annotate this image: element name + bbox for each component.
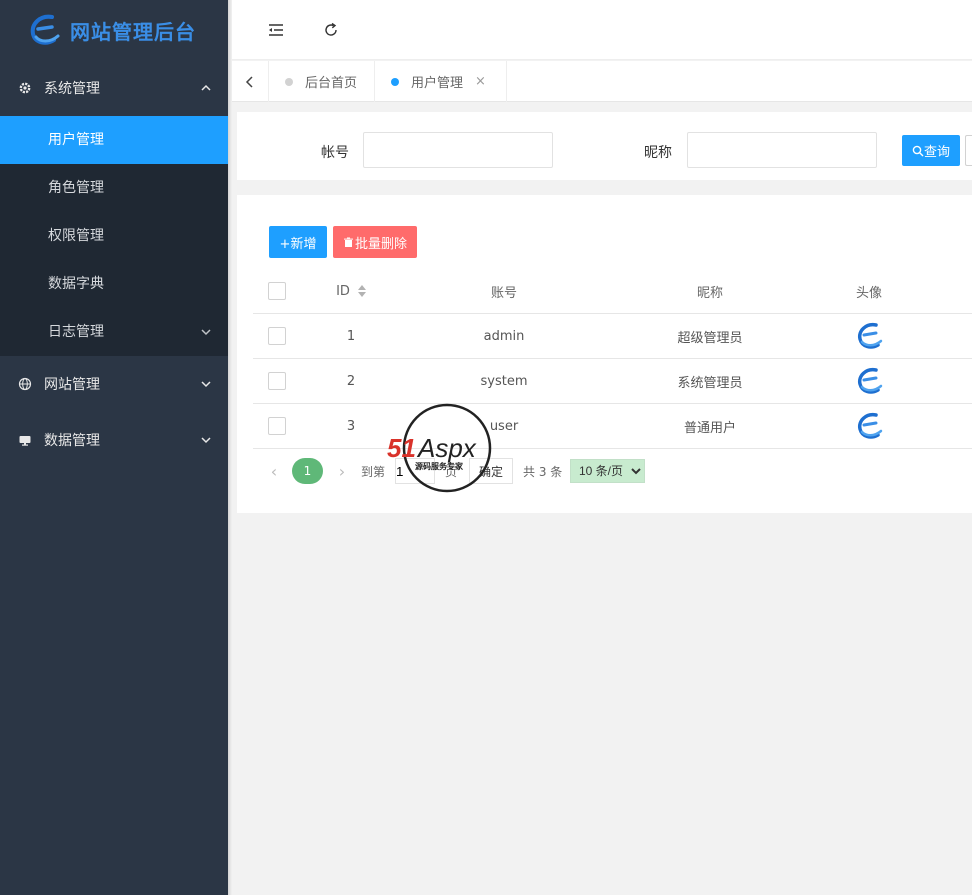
goto-label: 到第: [361, 464, 386, 479]
page-suffix: 页: [445, 464, 458, 479]
page-size-select[interactable]: 10 条/页: [570, 459, 645, 483]
cell-account: admin: [483, 328, 525, 344]
column-header-avatar: 头像: [855, 285, 882, 301]
cell-nickname: 超级管理员: [677, 330, 743, 346]
query-button[interactable]: 查询: [902, 135, 960, 166]
sort-icon[interactable]: [357, 285, 366, 297]
menu-group-label: 数据管理: [44, 433, 100, 449]
tab-dot: [285, 77, 293, 86]
account-input[interactable]: [363, 132, 553, 168]
e-logo-icon: [30, 14, 60, 45]
chevron-down-icon: [201, 381, 211, 388]
column-header-nickname: 昵称: [696, 285, 723, 301]
monitor-icon: [18, 433, 32, 447]
tab-bar: 后台首页 用户管理 ×: [232, 61, 972, 102]
menu-group-data[interactable]: 数据管理: [0, 412, 228, 468]
menu-group-label: 系统管理: [44, 81, 100, 97]
chevron-left-icon[interactable]: [232, 61, 269, 102]
close-icon[interactable]: ×: [475, 74, 486, 89]
account-label: 帐号: [321, 145, 349, 161]
batch-delete-button[interactable]: 批量删除: [333, 226, 417, 258]
total-count: 共 3 条: [523, 464, 563, 479]
cell-avatar: [813, 314, 925, 358]
sidebar-item-permissions[interactable]: 权限管理: [0, 212, 228, 260]
column-header-id[interactable]: ID: [301, 269, 401, 313]
avatar[interactable]: [854, 366, 884, 396]
cell-nickname: 普通用户: [683, 420, 736, 436]
table-header-row: ID 账号 昵称 头像: [253, 269, 972, 314]
row-select-cell: [253, 359, 301, 403]
cell-account: system: [480, 373, 528, 389]
table-row[interactable]: 1 admin 超级管理员: [253, 314, 972, 359]
tab-user-management[interactable]: 用户管理 ×: [375, 61, 507, 102]
globe-icon: [18, 377, 32, 391]
cell-id: 2: [346, 373, 356, 389]
table-row[interactable]: 2 system 系统管理员: [253, 359, 972, 404]
cell-avatar: [813, 359, 925, 403]
select-all-cell: [253, 269, 301, 313]
cell-avatar: [813, 404, 925, 448]
search-panel: 帐号 昵称 查询: [237, 112, 972, 180]
chevron-up-icon: [201, 84, 211, 91]
nickname-label: 昵称: [644, 145, 672, 161]
add-button[interactable]: +新增: [269, 226, 327, 258]
trash-icon: [343, 237, 353, 247]
sidebar-item-label: 日志管理: [48, 324, 104, 340]
top-header: [232, 0, 972, 60]
tab-dot: [391, 77, 399, 86]
menu-group-website[interactable]: 网站管理: [0, 356, 228, 412]
sidebar-shadow: [228, 0, 232, 895]
sidebar: 网站管理后台 系统管理 用户管理 角色管理 权限管理 数据字典 日志管理 网站管…: [0, 0, 228, 895]
cell-nickname: 系统管理员: [677, 375, 743, 391]
batch-delete-label: 批量删除: [354, 236, 407, 252]
page-current[interactable]: 1: [292, 458, 323, 484]
cell-id: 3: [346, 418, 356, 434]
cell-account: user: [489, 418, 519, 434]
chevron-down-icon: [201, 329, 211, 336]
reset-button[interactable]: [965, 135, 972, 166]
nickname-input[interactable]: [687, 132, 877, 168]
column-header-account: 账号: [490, 285, 517, 301]
app-title: 网站管理后台: [70, 19, 196, 44]
goto-page-input[interactable]: [395, 458, 435, 484]
submenu-system: 用户管理 角色管理 权限管理 数据字典 日志管理: [0, 116, 228, 356]
chevron-left-icon[interactable]: ‹: [267, 458, 281, 484]
indent-icon[interactable]: [266, 20, 286, 40]
sidebar-item-dictionary[interactable]: 数据字典: [0, 260, 228, 308]
row-select-cell: [253, 314, 301, 358]
sidebar-item-logs[interactable]: 日志管理: [0, 308, 228, 356]
chevron-right-icon[interactable]: ›: [335, 458, 349, 484]
app-logo[interactable]: 网站管理后台: [0, 0, 228, 60]
sidebar-item-users[interactable]: 用户管理: [0, 116, 228, 164]
table-panel: +新增 批量删除 ID 账号 昵称 头像 1 admin 超级管理员 2 sys…: [237, 195, 972, 513]
column-header-label: ID: [336, 283, 350, 299]
row-select-cell: [253, 404, 301, 448]
avatar[interactable]: [854, 321, 884, 351]
user-table: ID 账号 昵称 头像 1 admin 超级管理员 2 system 系统管理员: [253, 269, 972, 449]
tab-label: 用户管理: [411, 76, 464, 91]
row-checkbox[interactable]: [268, 417, 286, 435]
table-row[interactable]: 3 user 普通用户: [253, 404, 972, 449]
row-checkbox[interactable]: [268, 372, 286, 390]
search-icon: [912, 145, 924, 156]
pagination: ‹ 1 › 到第 页 确定 共 3 条 10 条/页: [253, 458, 972, 484]
row-checkbox[interactable]: [268, 327, 286, 345]
select-all-checkbox[interactable]: [268, 282, 286, 300]
cell-id: 1: [346, 328, 356, 344]
gear-icon: [18, 81, 32, 95]
query-button-label: 查询: [923, 145, 950, 160]
sidebar-item-roles[interactable]: 角色管理: [0, 164, 228, 212]
avatar[interactable]: [854, 411, 884, 441]
menu-group-system[interactable]: 系统管理: [0, 60, 228, 116]
refresh-icon[interactable]: [321, 20, 341, 40]
menu-group-label: 网站管理: [44, 377, 100, 393]
tab-label: 后台首页: [305, 76, 358, 91]
goto-confirm-button[interactable]: 确定: [469, 458, 513, 484]
chevron-down-icon: [201, 437, 211, 444]
tab-home[interactable]: 后台首页: [269, 61, 375, 102]
